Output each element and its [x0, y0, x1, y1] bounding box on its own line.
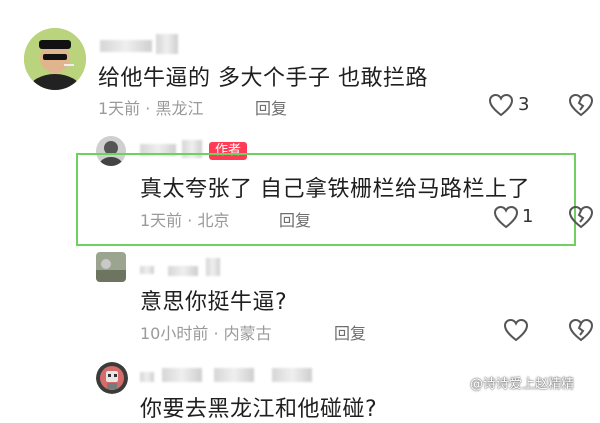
- dislike-broken-heart-icon[interactable]: [568, 318, 594, 342]
- meta-separator: ·: [187, 211, 193, 230]
- meta-separator: ·: [145, 99, 151, 118]
- reply-button[interactable]: 回复: [255, 95, 287, 119]
- comment-text: 意思你挺牛逼?: [140, 290, 288, 315]
- username-blurred: [162, 368, 202, 382]
- username-blurred: [156, 34, 178, 54]
- like-count: 1: [522, 206, 534, 227]
- username-blurred: [168, 266, 198, 276]
- comment-location: 内蒙古: [223, 324, 272, 343]
- comment-time: 1天前: [98, 99, 141, 118]
- comment-time: 1天前: [140, 211, 183, 230]
- reply-button[interactable]: 回复: [279, 207, 311, 231]
- comment-meta: 1天前 · 北京: [140, 207, 229, 231]
- comment-meta: 1天前 · 黑龙江: [98, 95, 203, 119]
- username-blurred: [206, 258, 220, 276]
- dislike-broken-heart-icon[interactable]: [568, 205, 594, 229]
- username-blurred: [272, 368, 312, 382]
- like-heart-icon[interactable]: [488, 93, 514, 117]
- comment-time: 10小时前: [140, 324, 209, 343]
- dislike-broken-heart-icon[interactable]: [568, 93, 594, 117]
- avatar[interactable]: [24, 28, 86, 90]
- comment-meta: 10小时前 · 内蒙古: [140, 320, 272, 344]
- username-blurred: [140, 266, 154, 274]
- username-blurred: [214, 368, 254, 382]
- like-heart-icon[interactable]: [503, 318, 529, 342]
- watermark: @诗诗爱上赵精精: [470, 377, 575, 392]
- comment-text: 真太夸张了 自己拿铁栅栏给马路栏上了: [140, 177, 530, 202]
- comment-text: 给他牛逼的 多大个手子 也敢拦路: [98, 66, 428, 91]
- reply-button[interactable]: 回复: [334, 320, 366, 344]
- comment-text: 你要去黑龙江和他碰碰?: [140, 397, 378, 422]
- comment-location: 北京: [197, 211, 230, 230]
- meta-separator: ·: [213, 324, 219, 343]
- username-blurred: [100, 40, 152, 52]
- comment-location: 黑龙江: [155, 99, 204, 118]
- avatar[interactable]: [96, 252, 126, 282]
- like-count: 3: [518, 94, 530, 115]
- avatar[interactable]: [96, 362, 128, 394]
- username-blurred: [140, 372, 154, 382]
- like-heart-icon[interactable]: [493, 205, 519, 229]
